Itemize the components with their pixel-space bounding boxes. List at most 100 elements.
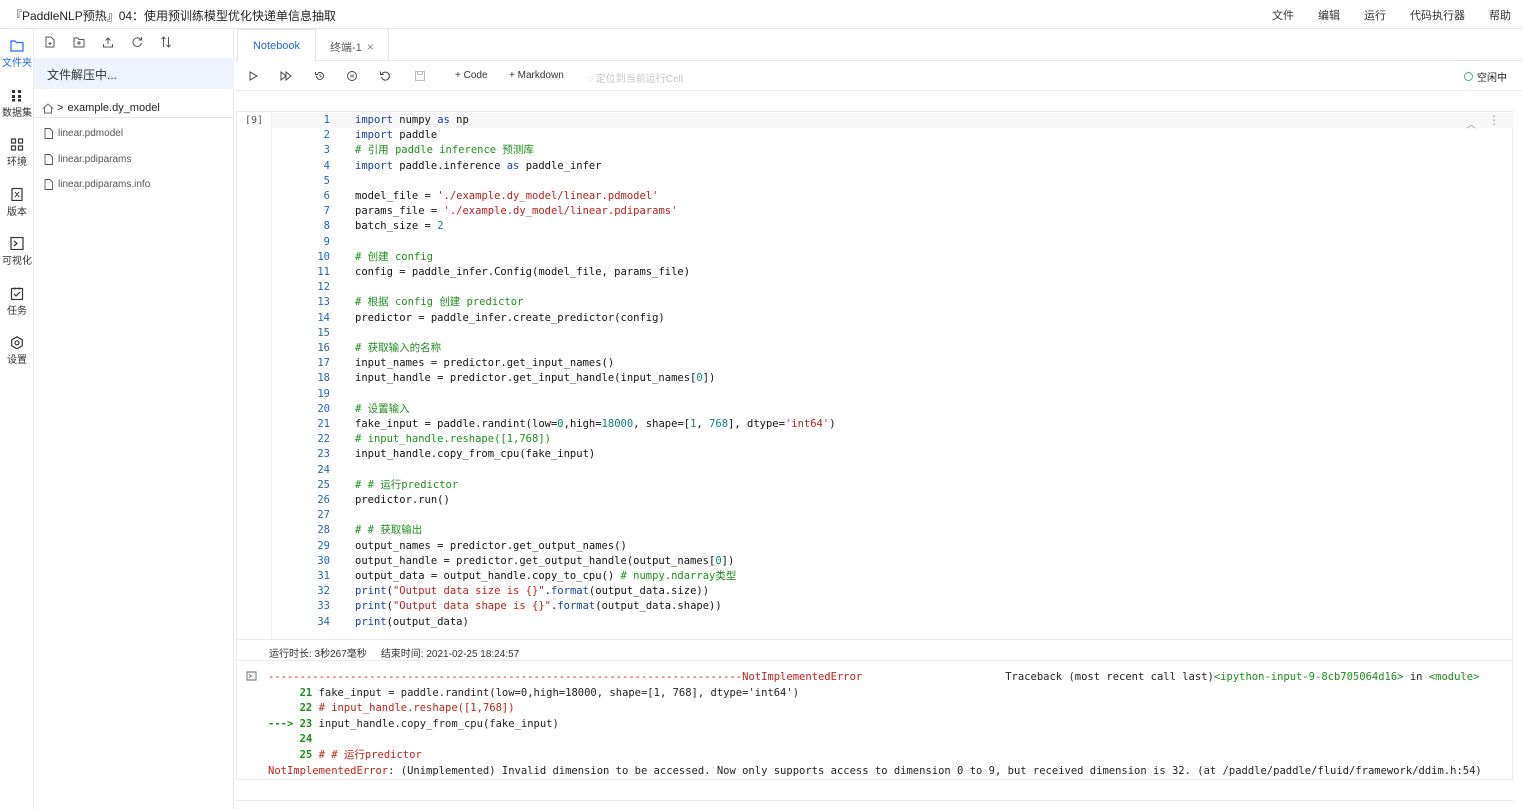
activity-folder[interactable]: 文件夹 bbox=[0, 39, 34, 69]
close-icon[interactable]: × bbox=[367, 40, 374, 54]
file-icon bbox=[44, 153, 53, 165]
tab-terminal[interactable]: 终端-1 × bbox=[317, 29, 389, 61]
locate-cell-label: 定位到当前运行Cell bbox=[595, 74, 683, 85]
restart-icon[interactable] bbox=[314, 70, 326, 82]
menu-edit[interactable]: 编辑 bbox=[1318, 7, 1340, 23]
line-number: 5 bbox=[323, 175, 330, 187]
locate-cell-button[interactable]: ◌ 定位到当前运行Cell bbox=[587, 70, 683, 85]
code-editor[interactable]: 1 import numpy as np 2 import paddle 3 # 引用… bbox=[271, 112, 1513, 640]
file-name: linear.pdiparams.info bbox=[58, 178, 151, 190]
run-all-icon[interactable] bbox=[280, 70, 292, 82]
error-line: NotImplementedError: (Unimplemented) Inv… bbox=[268, 764, 1482, 779]
kernel-status-label: 空闲中 bbox=[1477, 73, 1507, 84]
menu-kernel[interactable]: 代码执行器 bbox=[1410, 7, 1465, 23]
line-number: 14 bbox=[317, 312, 330, 324]
line-number: 9 bbox=[323, 236, 330, 248]
code-line: output_data = output_handle.copy_to_cpu(… bbox=[355, 570, 737, 582]
new-folder-icon[interactable] bbox=[73, 36, 85, 48]
code-line: model_file = './example.dy_model/linear.… bbox=[355, 190, 659, 202]
activity-settings[interactable]: 设置 bbox=[0, 336, 34, 366]
line-number: 23 bbox=[317, 448, 330, 460]
file-icon bbox=[44, 178, 53, 190]
line-number: 26 bbox=[317, 494, 330, 506]
add-code-button[interactable]: + Code bbox=[455, 70, 488, 81]
file-item[interactable]: linear.pdiparams.info bbox=[44, 176, 150, 192]
activity-label: 环境 bbox=[7, 157, 27, 168]
home-icon[interactable] bbox=[42, 102, 54, 114]
dataset-icon bbox=[12, 90, 21, 102]
menu-bar: 文件 编辑 运行 代码执行器 帮助 bbox=[1248, 7, 1511, 23]
traceback-line: 25 # # 运行predictor bbox=[268, 748, 422, 763]
more-icon[interactable]: ⋮ bbox=[1488, 113, 1500, 127]
activity-environment[interactable]: 环境 bbox=[0, 138, 34, 168]
traceback-marker: 24 bbox=[268, 733, 313, 745]
traceback-header: ----------------------------------------… bbox=[268, 670, 1479, 685]
settings-icon bbox=[11, 336, 23, 349]
kernel-status-icon bbox=[1464, 72, 1473, 81]
traceback-label: Traceback (most recent call last) bbox=[1005, 671, 1214, 683]
activity-label: 可视化 bbox=[2, 256, 32, 267]
line-number: 3 bbox=[323, 144, 330, 156]
file-name: linear.pdmodel bbox=[58, 127, 124, 139]
line-number: 22 bbox=[317, 433, 330, 445]
code-line: import paddle bbox=[355, 129, 438, 141]
traceback-code: input_handle.copy_from_cpu(fake_input) bbox=[312, 718, 559, 730]
collapse-icon[interactable]: ︿ bbox=[1466, 116, 1476, 131]
run-end-time: 结束时间: 2021-02-25 18:24:57 bbox=[380, 649, 520, 660]
restart-run-icon[interactable] bbox=[379, 70, 391, 82]
activity-version[interactable]: 版本 bbox=[0, 188, 34, 218]
traceback-location: <ipython-input-9-8cb705064d16> bbox=[1213, 671, 1404, 683]
line-number: 1 bbox=[323, 114, 330, 126]
next-cell-divider bbox=[236, 800, 1513, 801]
menu-run[interactable]: 运行 bbox=[1364, 7, 1386, 23]
line-number: 17 bbox=[317, 357, 330, 369]
run-icon[interactable] bbox=[247, 70, 259, 82]
notebook-toolbar: + Code + Markdown ◌ 定位到当前运行Cell 空闲中 bbox=[235, 61, 1523, 91]
file-item[interactable]: linear.pdiparams bbox=[44, 151, 131, 167]
folder-icon bbox=[10, 40, 24, 52]
activity-label: 任务 bbox=[7, 306, 27, 317]
output-icon[interactable] bbox=[246, 671, 257, 681]
refresh-icon[interactable] bbox=[131, 36, 143, 48]
activity-visualization[interactable]: 可视化 bbox=[0, 237, 34, 267]
line-number: 25 bbox=[317, 479, 330, 491]
line-number: 4 bbox=[323, 160, 330, 172]
activity-task[interactable]: 任务 bbox=[0, 287, 34, 317]
code-line: batch_size = 2 bbox=[355, 220, 444, 232]
task-icon bbox=[10, 287, 24, 300]
run-info: 运行时长: 3秒267毫秒 结束时间: 2021-02-25 18:24:57 bbox=[236, 639, 1513, 661]
code-line: # 引用 paddle inference 预测库 bbox=[355, 144, 534, 156]
line-number: 15 bbox=[317, 327, 330, 339]
line-number: 7 bbox=[323, 205, 330, 217]
code-cell[interactable]: [9] 1 import numpy as np 2 import paddle 3… bbox=[236, 111, 1513, 640]
add-markdown-button[interactable]: + Markdown bbox=[509, 70, 564, 81]
code-line: output_handle = predictor.get_output_han… bbox=[355, 555, 735, 567]
tab-notebook[interactable]: Notebook bbox=[237, 29, 316, 62]
line-number: 27 bbox=[317, 509, 330, 521]
code-line: print("Output data size is {}".format(ou… bbox=[355, 585, 710, 597]
environment-icon bbox=[10, 138, 24, 151]
traceback-marker: 21 bbox=[268, 687, 313, 699]
upload-icon[interactable] bbox=[102, 36, 114, 48]
new-file-icon[interactable] bbox=[44, 36, 56, 48]
visualization-icon bbox=[10, 237, 24, 250]
save-icon[interactable] bbox=[414, 70, 426, 82]
traceback-module: <module> bbox=[1428, 671, 1480, 683]
line-number: 33 bbox=[317, 600, 330, 612]
menu-help[interactable]: 帮助 bbox=[1489, 7, 1511, 23]
activity-label: 文件夹 bbox=[2, 58, 32, 69]
code-line: input_names = predictor.get_input_names(… bbox=[355, 357, 615, 369]
breadcrumb-folder[interactable]: example.dy_model bbox=[67, 102, 159, 114]
file-icon bbox=[44, 127, 53, 139]
activity-dataset[interactable]: 数据集 bbox=[0, 89, 34, 119]
activity-label: 版本 bbox=[7, 207, 27, 218]
sort-icon[interactable] bbox=[160, 36, 172, 48]
code-line: fake_input = paddle.randint(low=0,high=1… bbox=[355, 418, 836, 430]
window-title: 『PaddleNLP预热』04：使用预训练模型优化快递单信息抽取 bbox=[10, 9, 337, 23]
add-code-label: Code bbox=[463, 70, 488, 81]
line-number: 8 bbox=[323, 220, 330, 232]
file-item[interactable]: linear.pdmodel bbox=[44, 125, 123, 141]
interrupt-icon[interactable] bbox=[346, 70, 358, 82]
top-bar: 『PaddleNLP预热』04：使用预训练模型优化快递单信息抽取 文件 编辑 运… bbox=[0, 0, 1523, 29]
menu-file[interactable]: 文件 bbox=[1272, 7, 1294, 23]
